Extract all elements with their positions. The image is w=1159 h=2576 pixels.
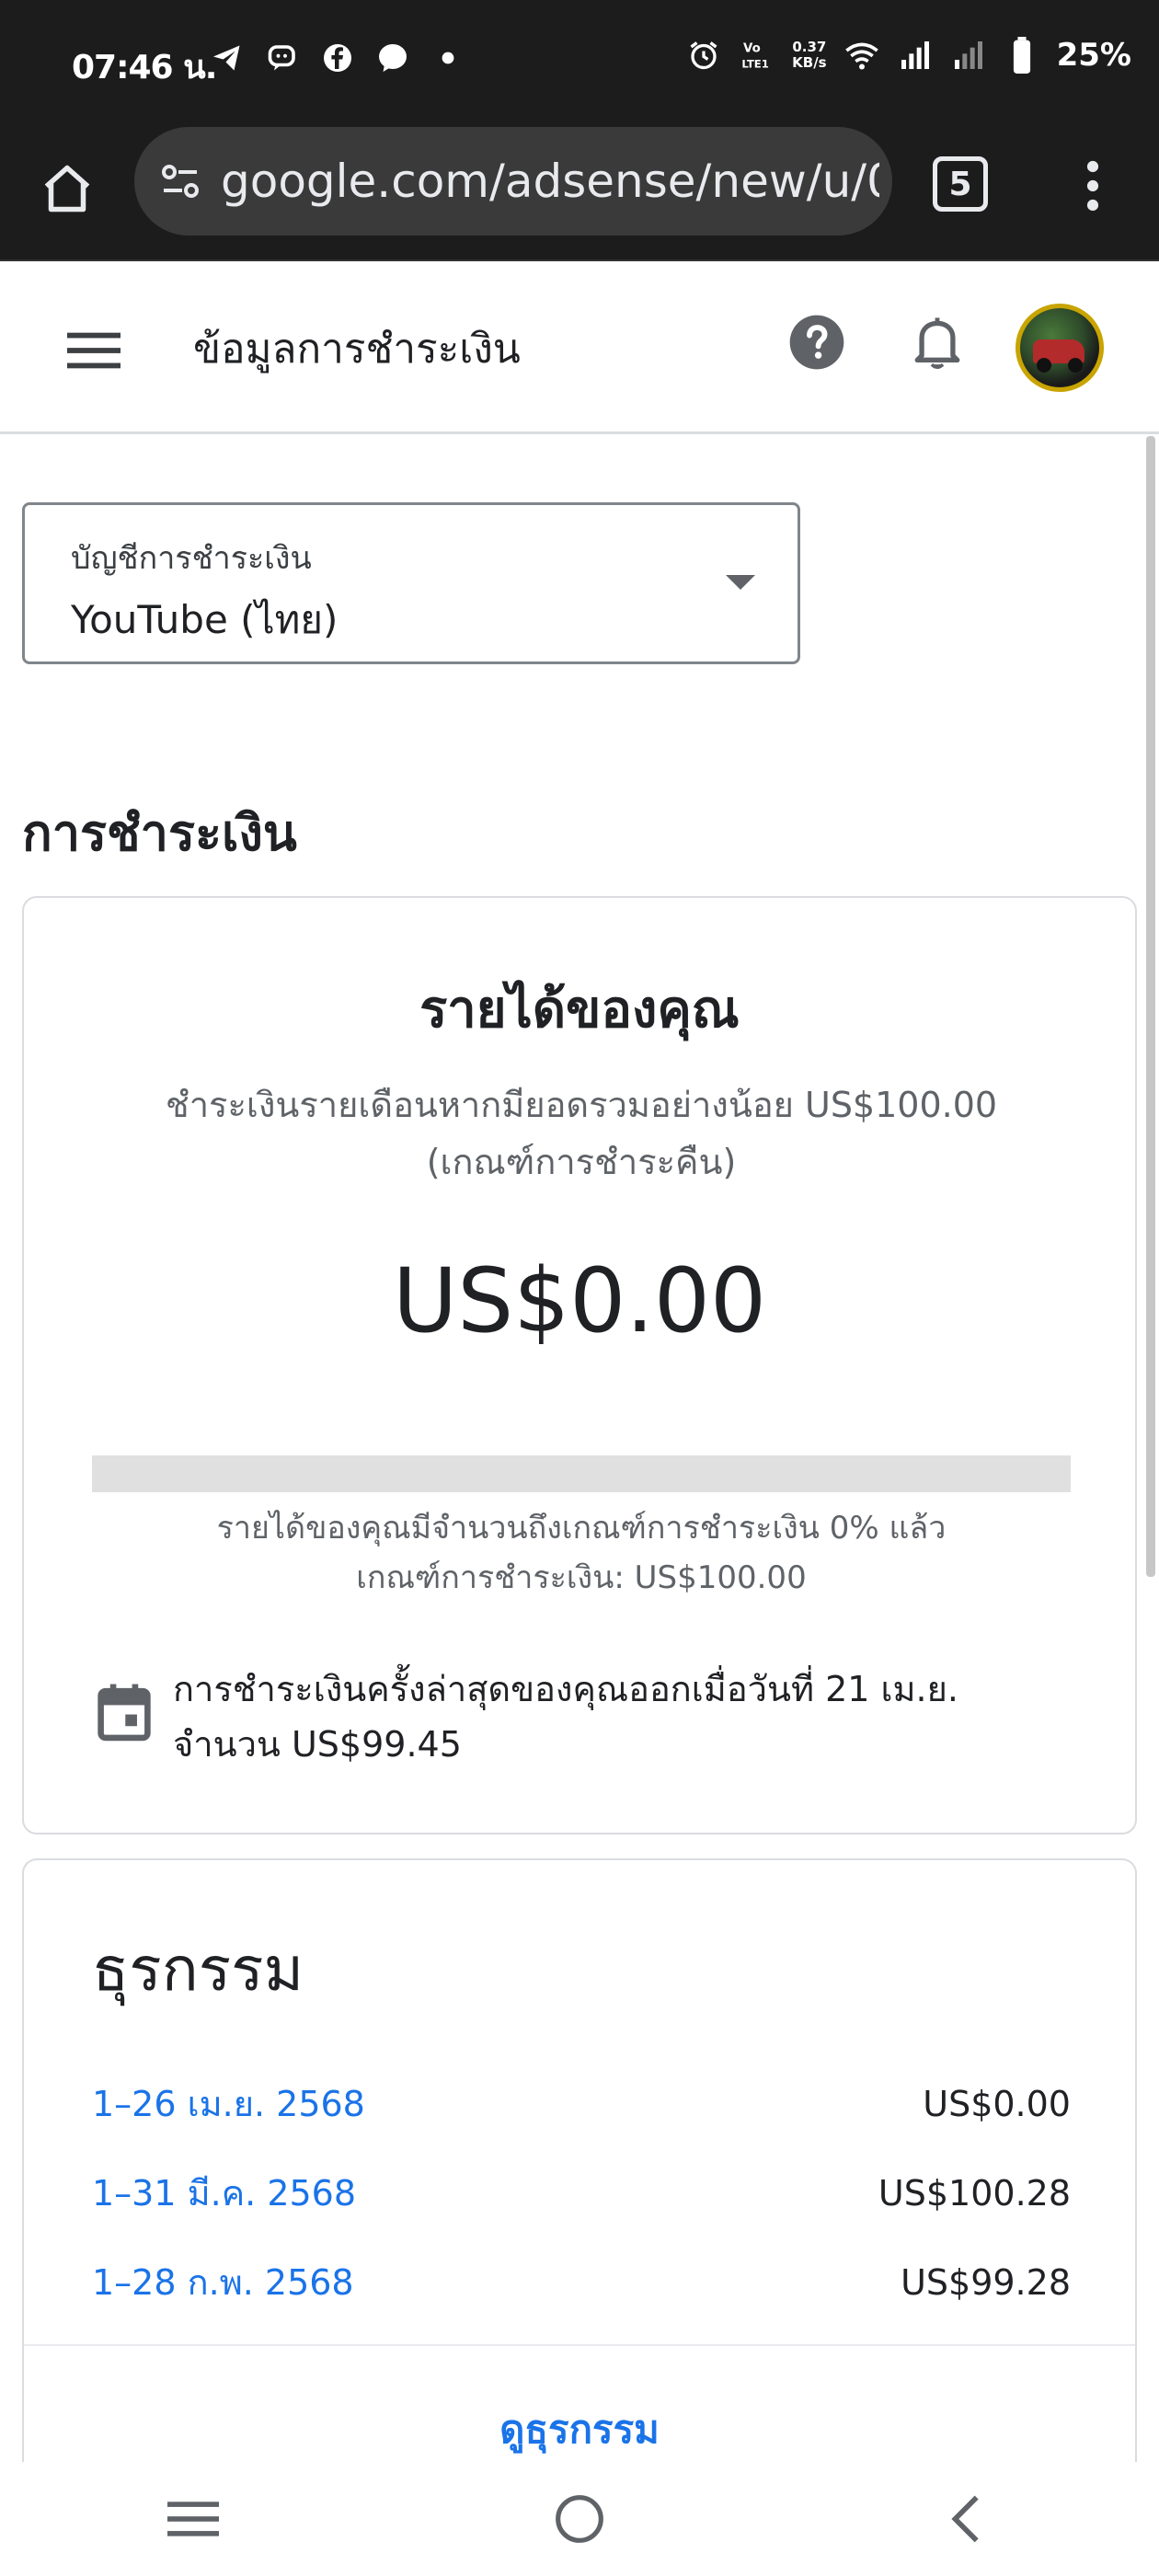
transaction-amount: US$100.28: [878, 2172, 1071, 2214]
battery-percent: 25%: [1056, 37, 1131, 74]
transaction-row: 1–31 มี.ค. 2568 US$100.28: [92, 2148, 1071, 2237]
svg-text:Vo: Vo: [743, 42, 761, 56]
home-button[interactable]: [37, 158, 98, 219]
earnings-card: รายได้ของคุณ ชำระเงินรายเดือนหากมียอดรวม…: [22, 896, 1137, 1834]
site-settings-icon[interactable]: [153, 154, 208, 209]
browser-toolbar: google.com/adsense/new/u/0 5: [0, 127, 1159, 261]
transaction-period-link[interactable]: 1–28 ก.พ. 2568: [92, 2254, 354, 2310]
page-title: ข้อมูลการชำระเงิน: [193, 326, 521, 373]
recent-apps-button[interactable]: [138, 2473, 248, 2565]
telegram-icon: [210, 40, 245, 75]
divider: [24, 2344, 1135, 2346]
transaction-period-link[interactable]: 1–26 เม.ย. 2568: [92, 2076, 365, 2132]
notifications-button[interactable]: [907, 309, 968, 375]
back-button[interactable]: [911, 2473, 1021, 2565]
svg-text:LTE1: LTE1: [741, 57, 769, 70]
notification-icons: [210, 40, 465, 75]
hamburger-icon: [67, 332, 120, 369]
main-menu-button[interactable]: [57, 318, 131, 383]
message-app-icon: [265, 40, 300, 75]
facebook-icon: [320, 40, 355, 75]
tab-switcher-button[interactable]: 5: [933, 156, 988, 212]
address-bar[interactable]: google.com/adsense/new/u/0: [134, 127, 892, 236]
transaction-row: 1–26 เม.ย. 2568 US$0.00: [92, 2059, 1071, 2148]
last-payment-info: การชำระเงินครั้งล่าสุดของคุณออกเมื่อวันท…: [173, 1662, 1093, 1772]
home-circle-icon: [556, 2495, 603, 2543]
account-select-value: YouTube (ไทย): [71, 597, 339, 642]
status-bar: 07:46 น. Vo LTE1 0.37 KB/s 25%: [0, 0, 1159, 127]
transaction-period-link[interactable]: 1–31 มี.ค. 2568: [92, 2165, 356, 2221]
wifi-icon: [843, 37, 880, 74]
browser-menu-button[interactable]: [1067, 153, 1119, 219]
view-transactions-button[interactable]: ดูธุรกรรม: [24, 2399, 1135, 2460]
dropdown-arrow-icon: [726, 575, 755, 590]
progress-description: รายได้ของคุณมีจำนวนถึงเกณฑ์การชำระเงิน 0…: [92, 1503, 1071, 1603]
calendar-icon: [98, 1684, 151, 1742]
network-speed: 0.37 KB/s: [792, 39, 827, 71]
system-navigation-bar: [0, 2462, 1159, 2576]
battery-icon: [1004, 37, 1040, 74]
transaction-row: 1–28 ก.พ. 2568 US$99.28: [92, 2237, 1071, 2327]
earnings-amount: US$0.00: [392, 1249, 767, 1352]
section-title: การชำระเงิน: [22, 804, 297, 862]
app-header: ข้อมูลการชำระเงิน: [0, 263, 1159, 434]
payment-account-select[interactable]: บัญชีการชำระเงิน YouTube (ไทย): [22, 502, 800, 664]
alarm-icon: [685, 37, 722, 74]
system-status-icons: Vo LTE1 0.37 KB/s 25%: [685, 37, 1131, 74]
home-icon: [44, 165, 90, 213]
last-payment-date: การชำระเงินครั้งล่าสุดของคุณออกเมื่อวันท…: [173, 1669, 958, 1709]
transaction-amount: US$99.28: [901, 2261, 1071, 2303]
account-avatar[interactable]: [1016, 304, 1104, 392]
bell-icon: [914, 317, 960, 369]
earnings-title: รายได้ของคุณ: [419, 980, 740, 1040]
recent-apps-icon: [167, 2501, 219, 2536]
more-vert-icon: [1086, 160, 1099, 212]
status-time: 07:46 น.: [72, 49, 217, 86]
transactions-title: ธุรกรรม: [92, 1934, 304, 2005]
threshold-progress-bar: [92, 1455, 1071, 1492]
progress-percent-text: รายได้ของคุณมีจำนวนถึงเกณฑ์การชำระเงิน 0…: [216, 1510, 947, 1547]
volte-icon: Vo LTE1: [739, 37, 775, 74]
help-button[interactable]: [786, 311, 848, 374]
progress-threshold-text: เกณฑ์การชำระเงิน: US$100.00: [356, 1559, 807, 1596]
messenger-icon: [375, 40, 410, 75]
help-icon: [789, 315, 844, 370]
signal-icon: [897, 37, 934, 74]
signal-secondary-icon: [950, 37, 987, 74]
url-text[interactable]: google.com/adsense/new/u/0: [221, 155, 879, 208]
payment-threshold-description: ชำระเงินรายเดือนหากมียอดรวมอย่างน้อย US$…: [165, 1085, 998, 1182]
last-payment-amount: จำนวน US$99.45: [173, 1724, 462, 1765]
transactions-list: 1–26 เม.ย. 2568 US$0.00 1–31 มี.ค. 2568 …: [92, 2059, 1071, 2327]
transaction-amount: US$0.00: [923, 2083, 1071, 2124]
avatar-image: [1020, 308, 1099, 387]
back-chevron-icon: [951, 2495, 979, 2543]
account-select-label: บัญชีการชำระเงิน: [71, 540, 312, 577]
page-scrollbar[interactable]: [1146, 436, 1155, 1577]
home-nav-button[interactable]: [524, 2473, 635, 2565]
more-notifications-dot-icon: [430, 40, 465, 75]
